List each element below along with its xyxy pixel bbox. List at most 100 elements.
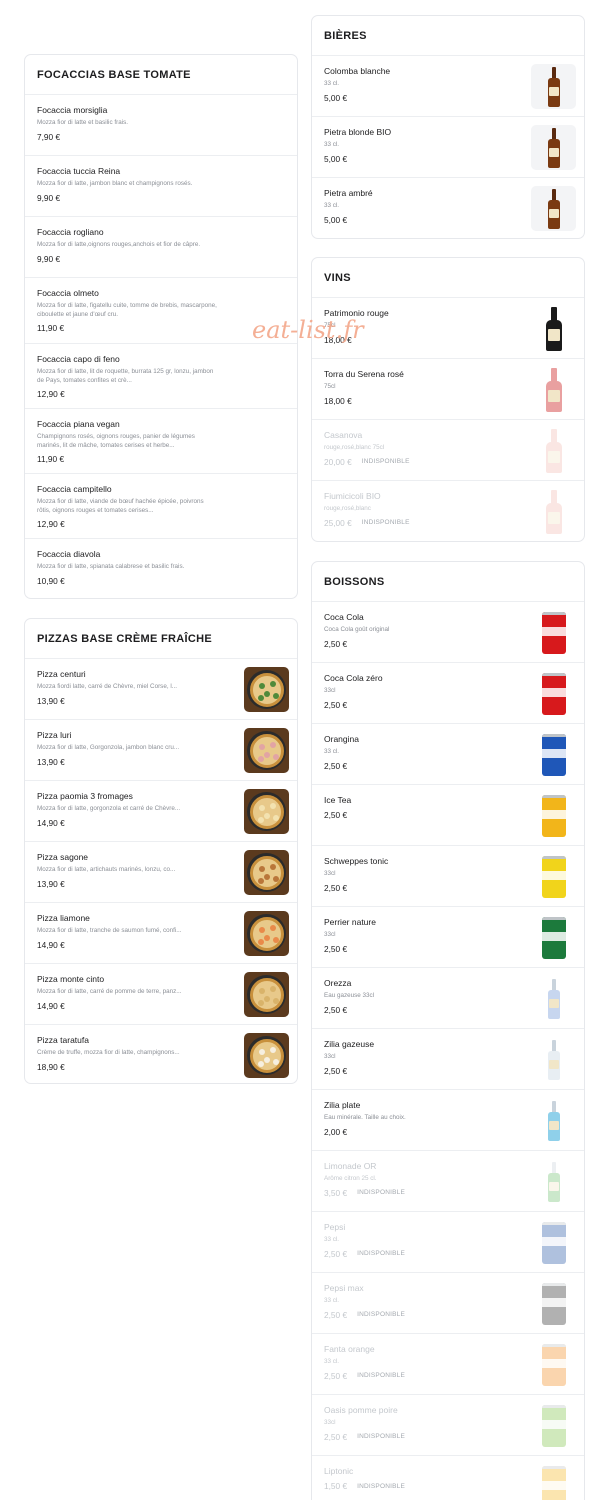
menu-item[interactable]: Focaccia morsiglia Mozza fior di latte et… <box>25 95 297 156</box>
drink-image <box>531 1159 576 1204</box>
menu-item[interactable]: Coca Cola Coca Cola goût original 2,50 € <box>312 602 584 663</box>
item-price: 2,50 € <box>324 943 348 954</box>
can-top <box>541 1282 566 1286</box>
item-price: 2,50 € <box>324 1370 348 1381</box>
menu-item[interactable]: Pizza paomia 3 fromages Mozza fior di lat… <box>25 781 297 842</box>
item-price: 12,90 € <box>37 519 65 529</box>
pizza-topping <box>258 926 265 933</box>
can-label <box>541 626 566 636</box>
bottle-label <box>547 511 560 524</box>
menu-item[interactable]: Pizza luri Mozza fior di latte, Gorgonzol… <box>25 720 297 781</box>
menu-item[interactable]: Fanta orange 33 cl. 2,50 € INDISPONIBLE <box>312 1334 584 1395</box>
pizza-topping <box>263 690 270 697</box>
drink-image <box>531 671 576 716</box>
item-description: Mozza fior di latte, spianata calabrese … <box>37 563 185 570</box>
bieres-list: Colomba blanche 33 cl. 5,00 € Pietra blonde… <box>312 56 584 238</box>
bottle-label <box>547 450 560 463</box>
menu-item[interactable]: Pepsi max 33 cl. 2,50 € INDISPONIBLE <box>312 1273 584 1334</box>
pizzas-list: Pizza centuri Mozza fiordi latte, carré d… <box>25 659 297 1083</box>
can-top <box>541 1465 566 1469</box>
menu-item[interactable]: Pizza monte cinto Mozza fior di latte, ca… <box>25 964 297 1025</box>
item-price: 7,90 € <box>37 131 61 142</box>
item-price: 2,50 € <box>324 699 348 710</box>
water-bottle-icon <box>547 1161 560 1202</box>
item-price: 20,00 € <box>324 456 352 467</box>
bieres-title: BIÈRES <box>324 29 367 42</box>
menu-item[interactable]: Zilia plate Eau minérale. Taille au choix… <box>312 1090 584 1151</box>
wine-bottle-image <box>531 489 576 534</box>
menu-item[interactable]: Pizza taratufa Crème de truffe, mozza fio… <box>25 1025 297 1083</box>
menu-item[interactable]: Pizza liamone Mozza fior di latte, tranch… <box>25 903 297 964</box>
menu-item[interactable]: Focaccia campitello Mozza fior di latte, … <box>25 474 297 539</box>
pizza-icon <box>249 916 284 951</box>
item-description: Mozza fior di latte, jambon blanc et cha… <box>37 180 193 187</box>
pizza-board <box>244 667 289 712</box>
bottle-label <box>547 389 560 402</box>
menu-item[interactable]: Orangina 33 cl. 2,50 € <box>312 724 584 785</box>
pizza-icon <box>249 855 284 890</box>
menu-item[interactable]: Orezza Eau gazeuse 33cl 2,50 € <box>312 968 584 1029</box>
pizza-topping <box>263 751 270 758</box>
menu-item[interactable]: Perrier nature 33cl 2,50 € <box>312 907 584 968</box>
can-top <box>541 916 566 920</box>
can-top <box>541 733 566 737</box>
bottle-neck <box>551 1100 556 1113</box>
item-price: 18,00 € <box>324 395 352 406</box>
pizza-topping <box>258 865 265 872</box>
pizza-topping <box>257 1060 264 1067</box>
pizza-topping <box>269 863 276 870</box>
pizza-topping <box>269 924 276 931</box>
menu-item[interactable]: Zilia gazeuse 33cl 2,50 € <box>312 1029 584 1090</box>
menu-item[interactable]: Limonade OR Arôme citron 25 cl. 3,50 € INDI… <box>312 1151 584 1212</box>
menu-item[interactable]: Liptonic 1,50 € INDISPONIBLE <box>312 1456 584 1500</box>
pizza-topping <box>258 682 265 689</box>
menu-item[interactable]: Focaccia diavola Mozza fior di latte, spi… <box>25 539 297 598</box>
menu-item[interactable]: Colomba blanche 33 cl. 5,00 € <box>312 56 584 117</box>
menu-item[interactable]: Focaccia capo di feno Mozza fior di latte… <box>25 344 297 409</box>
item-price: 13,90 € <box>37 695 65 706</box>
water-bottle-icon <box>547 1039 560 1080</box>
menu-item[interactable]: Focaccia rogliano Mozza fior di latte,oig… <box>25 217 297 278</box>
menu-item[interactable]: Ice Tea 2,50 € <box>312 785 584 846</box>
bottle-neck <box>550 367 557 382</box>
menu-item[interactable]: Fiumicicoli BIO rouge,rosé,blanc 25,00 € IN… <box>312 481 584 541</box>
can-icon <box>541 1221 566 1264</box>
menu-item[interactable]: Focaccia tuccia Reina Mozza fior di latte… <box>25 156 297 217</box>
item-price: 9,90 € <box>37 253 61 264</box>
menu-item[interactable]: Coca Cola zéro 33cl 2,50 € <box>312 663 584 724</box>
menu-item[interactable]: Pizza centuri Mozza fiordi latte, carré d… <box>25 659 297 720</box>
water-bottle-icon <box>547 1100 560 1141</box>
bottle-label <box>548 1059 559 1069</box>
item-price: 5,00 € <box>324 214 348 225</box>
item-name: Focaccia piana vegan <box>37 419 120 429</box>
menu-item[interactable]: Schweppes tonic 33cl 2,50 € <box>312 846 584 907</box>
bottle-icon <box>547 188 560 229</box>
pizza-board <box>244 1033 289 1078</box>
pizza-topping <box>257 694 264 701</box>
pizza-board <box>244 911 289 956</box>
item-price-line: 11,90 € <box>37 323 285 333</box>
item-price: 25,00 € <box>324 517 352 528</box>
bottle-neck <box>550 428 557 443</box>
menu-item[interactable]: Focaccia piana vegan Champignons rosés, o… <box>25 409 297 474</box>
menu-item[interactable]: Pietra ambré 33 cl. 5,00 € <box>312 178 584 238</box>
boissons-section: BOISSONS Coca Cola Coca Cola goût origina… <box>311 561 585 1500</box>
menu-item[interactable]: Pizza sagone Mozza fior di latte, articha… <box>25 842 297 903</box>
pizza-topping <box>269 985 276 992</box>
pizza-topping <box>269 1046 276 1053</box>
menu-item[interactable]: Pepsi 33 cl. 2,50 € INDISPONIBLE <box>312 1212 584 1273</box>
pizza-topping <box>257 755 264 762</box>
menu-item[interactable]: Torra du Serena rosé 75cl 18,00 € <box>312 359 584 420</box>
can-top <box>541 855 566 859</box>
bottle-neck <box>551 1039 556 1052</box>
item-price: 2,50 € <box>324 1431 348 1442</box>
pizzas-title: PIZZAS BASE CRÈME FRAÎCHE <box>37 632 212 645</box>
item-description: Mozza fior di latte,oignons rouges,ancho… <box>37 241 201 248</box>
menu-item[interactable]: Pietra blonde BIO 33 cl. 5,00 € <box>312 117 584 178</box>
menu-item[interactable]: Casanova rouge,rosé,blanc 75cl 20,00 € INDI… <box>312 420 584 481</box>
pizza-topping <box>272 814 279 821</box>
menu-item[interactable]: Oasis pomme poire 33cl 2,50 € INDISPONIBLE <box>312 1395 584 1456</box>
bottle-neck <box>551 188 556 201</box>
bottle-label <box>548 208 559 218</box>
pizza-topping <box>272 753 279 760</box>
